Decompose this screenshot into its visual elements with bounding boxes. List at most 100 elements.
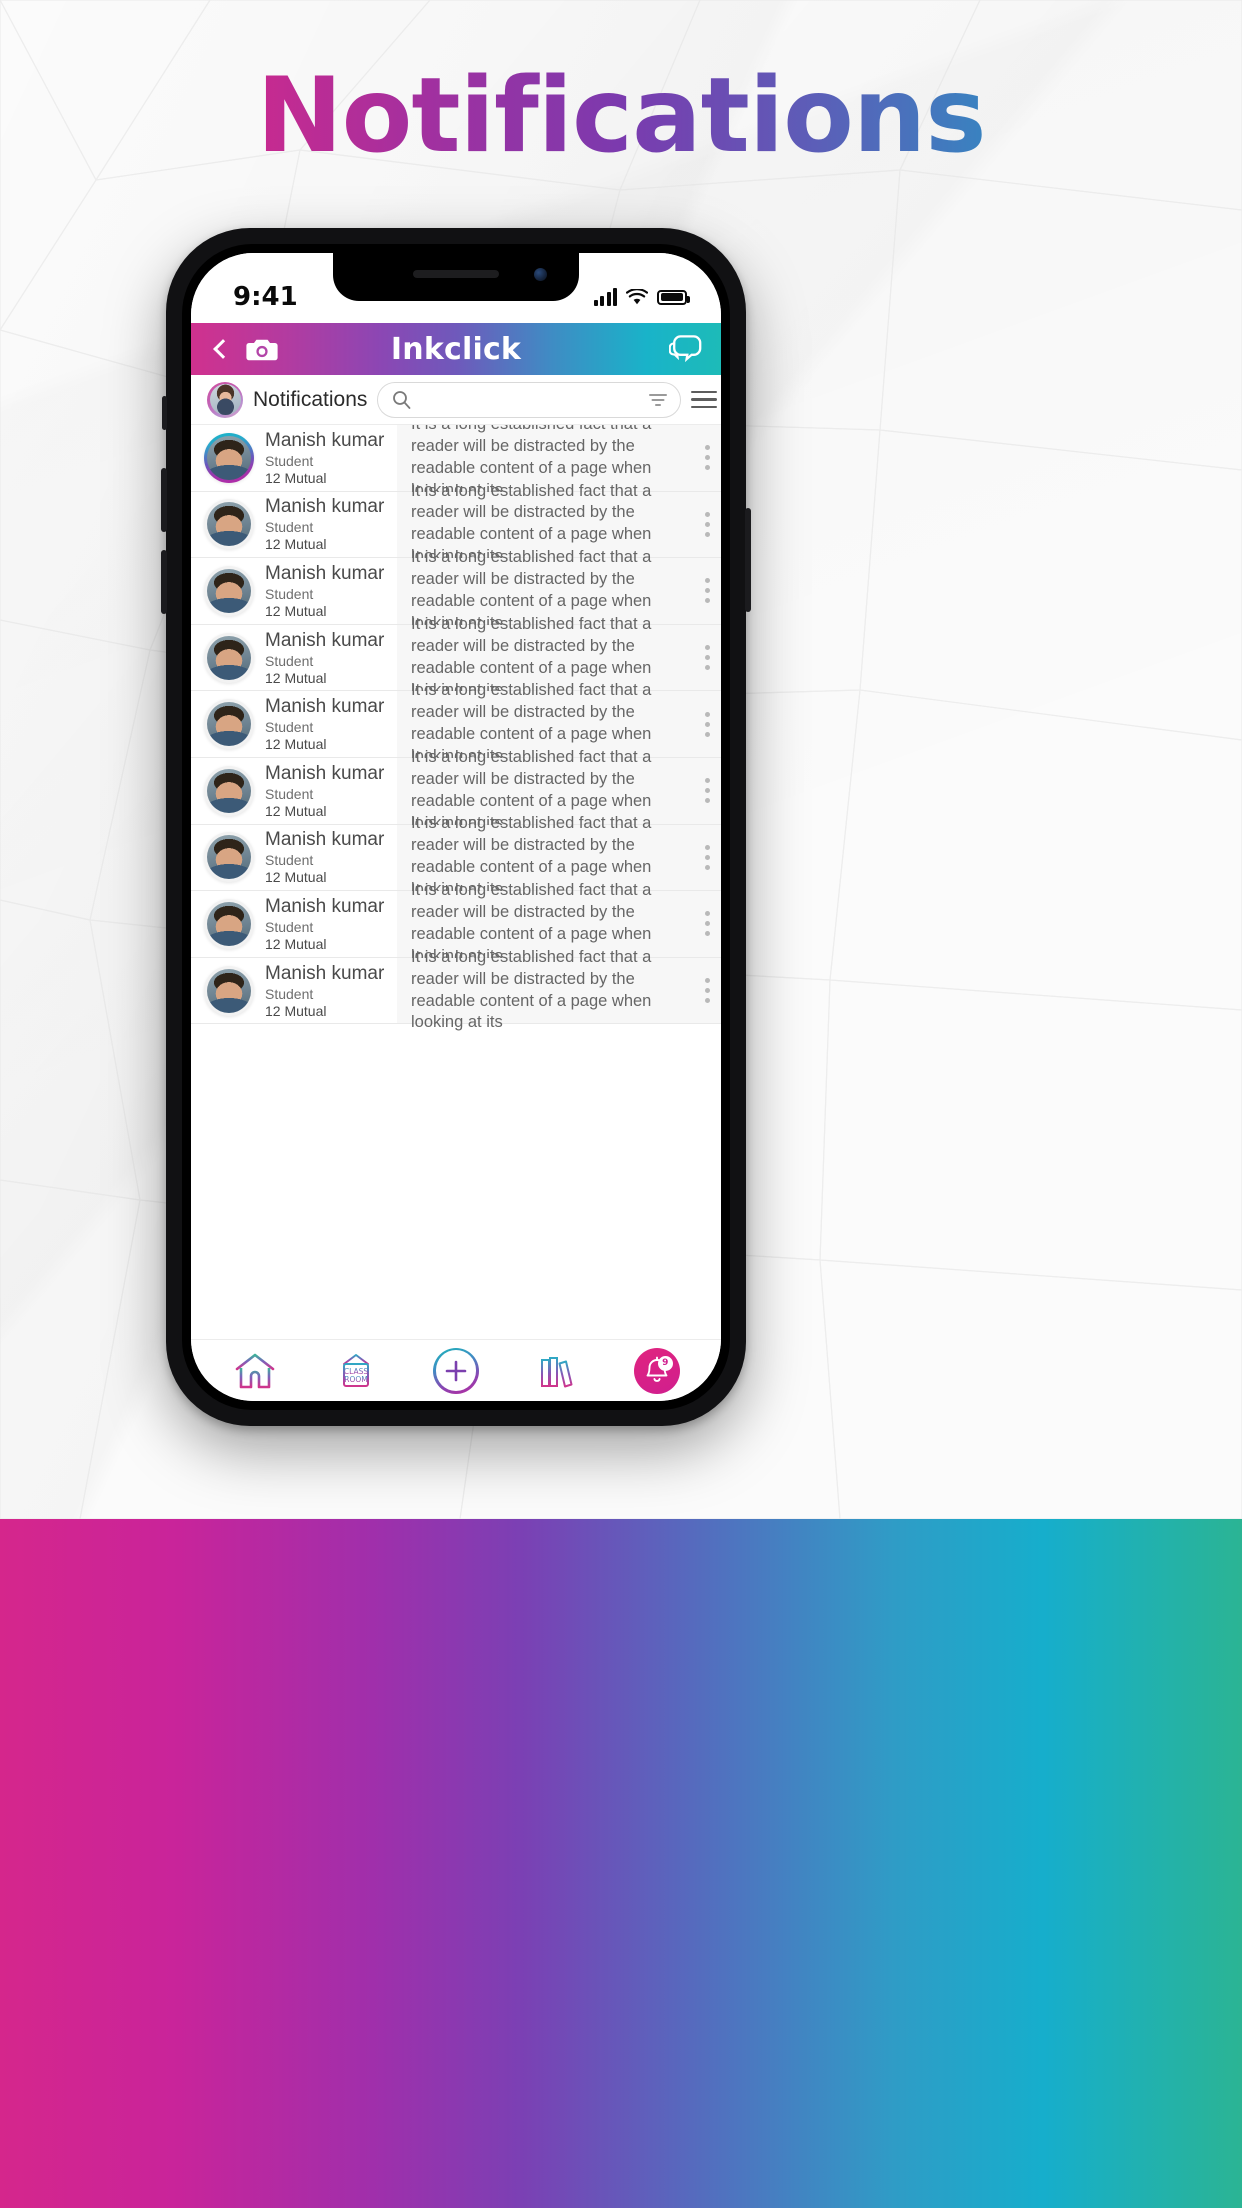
wifi-icon — [626, 288, 648, 304]
person-name: Manish kumar — [265, 696, 385, 718]
kebab-menu-icon[interactable] — [693, 957, 721, 1024]
notification-person[interactable]: Manish kumar Student 12 Mutual — [191, 558, 397, 624]
filter-icon[interactable] — [648, 392, 668, 408]
power-button[interactable] — [745, 508, 751, 612]
person-role: Student — [265, 652, 314, 669]
kebab-menu-icon[interactable] — [693, 757, 721, 824]
kebab-menu-icon[interactable] — [693, 558, 721, 624]
notifications-active-circle[interactable]: 9 — [633, 1347, 680, 1394]
person-name: Manish kumar — [265, 829, 385, 851]
nav-item-library[interactable] — [525, 1347, 587, 1395]
notification-person[interactable]: Manish kumar Student 12 Mutual — [191, 491, 397, 558]
avatar — [204, 565, 254, 616]
mute-switch[interactable] — [162, 396, 167, 430]
search-box[interactable] — [377, 381, 682, 418]
back-chevron-icon[interactable] — [209, 338, 231, 360]
notification-person[interactable]: Manish kumar Student 12 Mutual — [191, 425, 397, 491]
avatar — [204, 699, 254, 750]
classroom-sign-icon: CLASS ROOM — [342, 1352, 369, 1387]
avatar — [204, 499, 254, 550]
mutual-count: 12 Mutual — [265, 802, 327, 819]
mutual-count: 12 Mutual — [265, 1002, 327, 1019]
person-name: Manish kumar — [265, 562, 385, 584]
background-bottom-gradient — [0, 1519, 1242, 2208]
avatar — [204, 765, 254, 816]
page-title: Notifications — [0, 56, 1242, 176]
kebab-menu-icon[interactable] — [693, 491, 721, 558]
person-name: Manish kumar — [265, 762, 385, 784]
front-camera-icon — [534, 268, 547, 281]
phone-mockup: 9:41 Inkclick Notifications Manish kumar… — [161, 228, 751, 1426]
phone-screen: 9:41 Inkclick Notifications Manish kumar… — [191, 253, 721, 1401]
battery-full-icon — [657, 289, 690, 305]
notifications-label: Notifications — [253, 387, 368, 411]
notifications-list[interactable]: Manish kumarStudent12 MutualIt is a long… — [191, 425, 721, 1339]
nav-item-notifications[interactable]: 9 — [626, 1347, 688, 1395]
notification-person[interactable]: Manish kumar Student 12 Mutual — [191, 691, 397, 757]
notification-message: It is a long established fact that a rea… — [397, 948, 693, 1031]
mutual-count: 12 Mutual — [265, 869, 327, 886]
mutual-count: 12 Mutual — [265, 469, 327, 486]
mutual-count: 12 Mutual — [265, 602, 327, 619]
kebab-menu-icon[interactable] — [693, 425, 721, 491]
person-role: Student — [265, 918, 314, 935]
volume-up-button[interactable] — [161, 468, 167, 532]
notification-row[interactable]: Manish kumarStudent12 MutualIt is a long… — [191, 948, 721, 1031]
mutual-count: 12 Mutual — [265, 935, 327, 952]
person-role: Student — [265, 452, 314, 469]
person-name: Manish kumar — [265, 895, 385, 917]
add-button-ring[interactable] — [432, 1347, 479, 1394]
person-name: Manish kumar — [265, 496, 385, 518]
chat-bubble-icon[interactable] — [668, 334, 703, 364]
kebab-menu-icon[interactable] — [693, 824, 721, 891]
app-header-bar: Inkclick — [191, 323, 721, 375]
kebab-menu-icon[interactable] — [693, 691, 721, 757]
nav-item-add[interactable] — [425, 1347, 487, 1395]
kebab-menu-icon[interactable] — [693, 624, 721, 691]
home-icon — [235, 1353, 275, 1388]
phone-bezel: 9:41 Inkclick Notifications Manish kumar… — [182, 244, 730, 1410]
avatar — [204, 432, 254, 483]
status-time: 9:41 — [233, 282, 298, 312]
notification-person[interactable]: Manish kumar Student 12 Mutual — [191, 891, 397, 957]
signal-bars-icon — [593, 288, 617, 306]
mutual-count: 12 Mutual — [265, 669, 327, 686]
search-row: Notifications — [191, 375, 721, 425]
notification-person[interactable]: Manish kumar Student 12 Mutual — [191, 824, 397, 891]
notification-person[interactable]: Manish kumar Student 12 Mutual — [191, 757, 397, 824]
person-name: Manish kumar — [265, 962, 385, 984]
person-role: Student — [265, 585, 314, 602]
mutual-count: 12 Mutual — [265, 736, 327, 753]
nav-item-home[interactable] — [224, 1347, 286, 1395]
person-role: Student — [265, 852, 314, 869]
user-avatar-icon[interactable] — [207, 381, 243, 418]
notch — [333, 253, 579, 301]
notification-person[interactable]: Manish kumar Student 12 Mutual — [191, 624, 397, 691]
person-role: Student — [265, 985, 314, 1002]
earpiece-speaker — [413, 270, 499, 278]
status-icons — [593, 288, 690, 306]
notification-badge: 9 — [657, 1355, 673, 1371]
search-input[interactable] — [419, 389, 641, 410]
person-name: Manish kumar — [265, 429, 385, 451]
avatar — [204, 632, 254, 683]
svg-text:ROOM: ROOM — [344, 1375, 368, 1384]
books-icon — [541, 1356, 573, 1387]
person-name: Manish kumar — [265, 629, 385, 651]
avatar — [204, 832, 254, 883]
volume-down-button[interactable] — [161, 550, 167, 614]
person-role: Student — [265, 519, 314, 536]
notification-person[interactable]: Manish kumar Student 12 Mutual — [191, 957, 397, 1024]
search-icon — [393, 391, 411, 409]
kebab-menu-icon[interactable] — [693, 891, 721, 957]
person-role: Student — [265, 785, 314, 802]
hamburger-menu-icon[interactable] — [691, 390, 718, 409]
nav-item-classroom[interactable]: CLASS ROOM — [325, 1347, 387, 1395]
avatar — [204, 965, 254, 1016]
notification-message-text: It is a long established fact that a rea… — [411, 947, 652, 1032]
person-role: Student — [265, 719, 314, 736]
camera-icon[interactable] — [245, 336, 279, 363]
mutual-count: 12 Mutual — [265, 536, 327, 553]
bottom-navigation: CLASS ROOM 9 — [191, 1339, 721, 1401]
avatar — [204, 898, 254, 949]
